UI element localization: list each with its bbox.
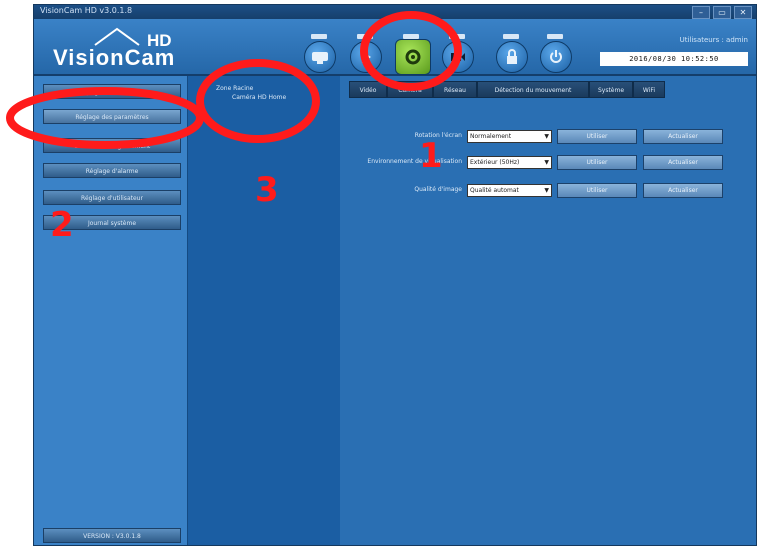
device-group[interactable]: Zone Racine (216, 85, 253, 92)
toolbar-tab-marker (311, 34, 327, 39)
dropdown-arrow-icon: ▼ (544, 133, 549, 140)
select-value: Normalement (470, 133, 512, 140)
toolbar-tab-marker (547, 34, 563, 39)
tab-system[interactable]: Système (589, 81, 633, 98)
settings-panel: Vidéo Caméra Réseau Détection du mouveme… (340, 76, 756, 545)
app-header: VisionCam HD Utilisateurs : admin 2016/0… (34, 19, 756, 76)
user-info: Utilisateurs : admin (679, 36, 748, 44)
minimize-button[interactable]: – (692, 6, 710, 19)
house-logo-icon (94, 27, 140, 46)
nav-alarm-settings[interactable]: Réglage d'alarme (43, 163, 181, 178)
maximize-button[interactable]: ▭ (713, 6, 731, 19)
annotation-number-2: 2 (50, 205, 74, 245)
rotation-select[interactable]: Normalement ▼ (467, 130, 552, 143)
refresh-button[interactable]: Actualiser (643, 129, 723, 144)
nav-camera-settings[interactable]: Réglages de la caméra (43, 84, 181, 99)
setting-row: Environnement de visualisation Extérieur… (340, 153, 756, 173)
logo-hd: HD (147, 31, 172, 50)
power-icon[interactable] (540, 41, 572, 73)
image-quality-select[interactable]: Qualité automat ▼ (467, 184, 552, 197)
nav-recording[interactable]: Gestion d'enregistrement (43, 138, 181, 153)
device-item[interactable]: Caméra HD Home (232, 94, 286, 101)
setting-row: Qualité d'image Qualité automat ▼ Utilise… (340, 181, 756, 201)
app-logo: VisionCam HD (53, 27, 193, 73)
left-nav-panel: Réglages de la caméra Réglage des paramè… (34, 76, 187, 545)
tab-video[interactable]: Vidéo (349, 81, 387, 98)
settings-tabs: Vidéo Caméra Réseau Détection du mouveme… (349, 81, 665, 98)
app-window: VisionCam HD v3.0.1.8 – ▭ ✕ VisionCam HD (33, 4, 757, 546)
toolbar-tab-marker (503, 34, 519, 39)
dropdown-arrow-icon: ▼ (544, 159, 549, 166)
datetime-display: 2016/08/30 10:52:50 (600, 52, 748, 66)
environment-select[interactable]: Extérieur (50Hz) ▼ (467, 156, 552, 169)
toolbar-tab-marker (357, 34, 373, 39)
tab-wifi[interactable]: WiFi (633, 81, 665, 98)
gear-icon[interactable] (395, 39, 431, 75)
camera-icon[interactable] (304, 41, 336, 73)
title-bar: VisionCam HD v3.0.1.8 – ▭ ✕ (34, 5, 756, 19)
refresh-button[interactable]: Actualiser (643, 183, 723, 198)
apply-button[interactable]: Utiliser (557, 183, 637, 198)
version-label: VERSION : V3.0.1.8 (43, 528, 181, 543)
select-value: Qualité automat (470, 187, 519, 194)
refresh-button[interactable]: Actualiser (643, 155, 723, 170)
window-controls: – ▭ ✕ (692, 6, 752, 19)
setting-label: Qualité d'image (414, 186, 462, 193)
apply-button[interactable]: Utiliser (557, 129, 637, 144)
tab-motion-detection[interactable]: Détection du mouvement (477, 81, 589, 98)
play-icon[interactable] (350, 41, 382, 73)
annotation-number-1: 1 (419, 136, 443, 176)
setting-row: Rotation l'écran Normalement ▼ Utiliser A… (340, 127, 756, 147)
select-value: Extérieur (50Hz) (470, 159, 520, 166)
setting-label: Environnement de visualisation (367, 158, 462, 165)
annotation-number-3: 3 (255, 170, 279, 210)
device-tree-panel: Zone Racine Caméra HD Home (187, 76, 341, 545)
toolbar-tab-marker (449, 34, 465, 39)
close-button[interactable]: ✕ (734, 6, 752, 19)
nav-parameter-settings[interactable]: Réglage des paramètres (43, 109, 181, 124)
window-title: VisionCam HD v3.0.1.8 (40, 6, 133, 15)
nav-user-settings[interactable]: Réglage d'utilisateur (43, 190, 181, 205)
dropdown-arrow-icon: ▼ (544, 187, 549, 194)
apply-button[interactable]: Utiliser (557, 155, 637, 170)
lock-icon[interactable] (496, 41, 528, 73)
tab-network[interactable]: Réseau (433, 81, 477, 98)
tab-camera[interactable]: Caméra (387, 81, 433, 98)
record-icon[interactable] (442, 41, 474, 73)
